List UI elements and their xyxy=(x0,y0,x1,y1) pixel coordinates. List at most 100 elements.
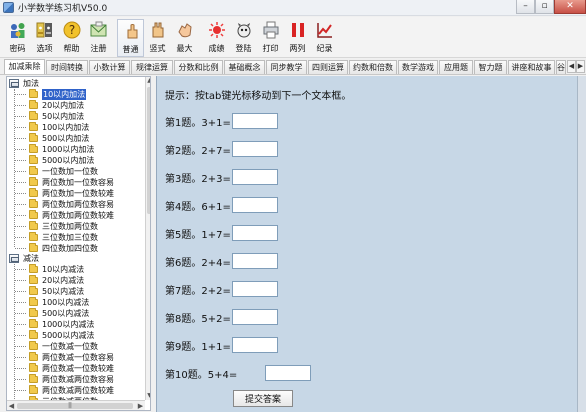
scroll-right-arrow[interactable]: ▶ xyxy=(136,401,145,410)
tree-item[interactable]: 两位数加两位数较难 xyxy=(7,210,145,221)
tree-vertical-scrollbar[interactable]: ▲ ▼ xyxy=(145,77,150,400)
vertical-mode-button[interactable]: 竖式 xyxy=(144,19,171,57)
tab-decimal-calculation[interactable]: 小数计算 xyxy=(89,60,130,74)
answer-input[interactable] xyxy=(232,169,278,185)
practice-scroll-area[interactable] xyxy=(577,76,586,412)
tab-lectures-stories[interactable]: 讲座和故事 xyxy=(508,60,555,74)
tab-google[interactable]: 谷歌 xyxy=(556,60,566,74)
answer-input[interactable] xyxy=(232,141,278,157)
tree-item[interactable]: 两位数加一位数较难 xyxy=(7,188,145,199)
submit-answers-button[interactable]: 提交答案 xyxy=(233,390,293,407)
tab-add-sub-mul-div[interactable]: 加减乘除 xyxy=(4,59,45,74)
answer-input[interactable] xyxy=(232,309,278,325)
folder-icon xyxy=(29,385,38,394)
score-button[interactable]: 成绩 xyxy=(203,19,230,57)
tree-item[interactable]: 两位数减一位数较难 xyxy=(7,363,145,374)
tree-connector xyxy=(15,182,26,183)
folder-icon xyxy=(29,232,38,241)
tab-pattern-operations[interactable]: 规律运算 xyxy=(131,60,173,74)
tree-horizontal-scrollbar[interactable]: ◀ ||| ▶ xyxy=(7,400,145,410)
tree-connector xyxy=(15,346,26,347)
two-columns-button[interactable]: 两列 xyxy=(284,19,311,57)
tree-item[interactable]: 100以内减法 xyxy=(7,297,145,308)
tree-item[interactable]: 10以内加法 xyxy=(7,89,145,100)
tree-connector xyxy=(15,269,26,270)
tree-item[interactable]: 500以内加法 xyxy=(7,133,145,144)
tree-item[interactable]: 三位数加两位数 xyxy=(7,221,145,232)
minimize-button[interactable]: – xyxy=(516,0,535,14)
tree-item-label: 两位数减两位数容易 xyxy=(42,375,114,384)
tree-item[interactable]: 两位数减两位数较难 xyxy=(7,385,145,396)
tab-time-conversion[interactable]: 时间转换 xyxy=(46,60,88,74)
tree-item[interactable]: 100以内加法 xyxy=(7,122,145,133)
answer-input[interactable] xyxy=(232,337,278,353)
title-bar: 小学数学练习机V50.0 – ▫ ✕ xyxy=(0,0,586,16)
tree-item[interactable]: 20以内加法 xyxy=(7,100,145,111)
tree-item-label: 两位数加两位数容易 xyxy=(42,200,114,209)
tab-sync-teaching[interactable]: 同步教学 xyxy=(266,60,307,74)
help-button[interactable]: ? 帮助 xyxy=(58,19,85,57)
folder-icon xyxy=(29,221,38,230)
login-button[interactable]: 登陆 xyxy=(230,19,257,57)
scroll-down-arrow[interactable]: ▼ xyxy=(146,392,150,400)
tree-item[interactable]: 两位数减两位数容易 xyxy=(7,374,145,385)
horizontal-scroll-thumb[interactable] xyxy=(17,403,133,409)
tree-item[interactable]: 5000以内加法 xyxy=(7,155,145,166)
print-button[interactable]: 打印 xyxy=(257,19,284,57)
record-button[interactable]: 纪录 xyxy=(311,19,338,57)
tree-item[interactable]: 一位数减一位数 xyxy=(7,341,145,352)
tree-item[interactable]: 两位数减一位数容易 xyxy=(7,352,145,363)
tree-item[interactable]: 50以内加法 xyxy=(7,111,145,122)
folder-icon xyxy=(29,275,38,284)
tab-divisors-multiples[interactable]: 约数和倍数 xyxy=(349,60,397,74)
tree-connector xyxy=(15,105,26,106)
tree-item[interactable]: 三位数加三位数 xyxy=(7,232,145,243)
close-button[interactable]: ✕ xyxy=(554,0,586,14)
tree-item[interactable]: 50以内减法 xyxy=(7,286,145,297)
tab-fractions-ratios[interactable]: 分数和比例 xyxy=(174,60,223,74)
tree-item[interactable]: 1000以内加法 xyxy=(7,144,145,155)
register-button[interactable]: 注册 xyxy=(85,19,112,57)
tree-group-subtraction[interactable]: 减法 xyxy=(7,253,145,264)
answer-input[interactable] xyxy=(232,225,278,241)
tab-scroll-left-button[interactable]: ◀ xyxy=(567,60,576,73)
tree-connector xyxy=(15,379,26,380)
question-label: 第6题。2+4= xyxy=(165,257,231,269)
tree-connector xyxy=(15,149,26,150)
tree-item[interactable]: 500以内减法 xyxy=(7,308,145,319)
tree-item-label: 一位数减一位数 xyxy=(42,342,98,351)
window-title: 小学数学练习机V50.0 xyxy=(18,4,108,14)
tab-basic-concepts[interactable]: 基础概念 xyxy=(224,60,265,74)
tree-item[interactable]: 20以内减法 xyxy=(7,275,145,286)
tree-connector xyxy=(15,226,26,227)
restore-button[interactable]: ▫ xyxy=(535,0,554,14)
tree-item[interactable]: 两位数加两位数容易 xyxy=(7,199,145,210)
answer-input[interactable] xyxy=(232,253,278,269)
answer-input[interactable] xyxy=(232,197,278,213)
tab-word-problems[interactable]: 应用题 xyxy=(439,60,473,74)
tab-brain-teasers[interactable]: 智力题 xyxy=(474,60,507,74)
scroll-thumb[interactable] xyxy=(147,87,150,214)
tree-item-label: 10以内减法 xyxy=(42,265,85,274)
tree-item[interactable]: 两位数加一位数容易 xyxy=(7,177,145,188)
tree-item[interactable]: 一位数加一位数 xyxy=(7,166,145,177)
password-button[interactable]: 密码 xyxy=(4,19,31,57)
scroll-up-arrow[interactable]: ▲ xyxy=(146,77,150,85)
tab-four-operations[interactable]: 四则运算 xyxy=(308,60,348,74)
answer-input[interactable] xyxy=(232,113,278,129)
tree-item[interactable]: 10以内减法 xyxy=(7,264,145,275)
answer-input[interactable] xyxy=(232,281,278,297)
normal-mode-button[interactable]: 普通 xyxy=(117,19,144,57)
options-button[interactable]: 选项 xyxy=(31,19,58,57)
tree-item[interactable]: 1000以内减法 xyxy=(7,319,145,330)
tab-scroll-right-button[interactable]: ▶ xyxy=(576,60,585,73)
maximum-mode-button[interactable]: 最大 xyxy=(171,19,198,57)
answer-input[interactable] xyxy=(265,365,311,381)
tree-connector xyxy=(15,248,26,249)
tab-math-games[interactable]: 数学游戏 xyxy=(398,60,438,74)
tree-group-addition[interactable]: 加法 xyxy=(7,78,145,89)
folder-icon xyxy=(29,264,38,273)
scroll-left-arrow[interactable]: ◀ xyxy=(7,401,16,410)
tree-item[interactable]: 5000以内减法 xyxy=(7,330,145,341)
folder-icon xyxy=(29,166,38,175)
